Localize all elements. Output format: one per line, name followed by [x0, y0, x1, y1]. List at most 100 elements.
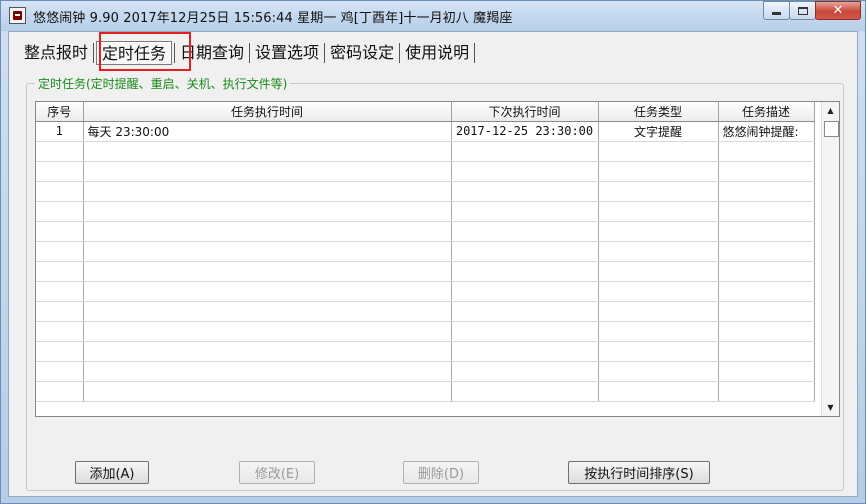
column-header-exec-time[interactable]: 任务执行时间 — [83, 102, 452, 122]
table-cell — [598, 181, 719, 202]
close-icon: ✕ — [832, 3, 844, 18]
table-cell — [36, 261, 84, 282]
cell-exec-time: 每天 23:30:00 — [83, 121, 452, 142]
table-row[interactable] — [36, 261, 815, 282]
table-row[interactable] — [36, 301, 815, 322]
table-row[interactable] — [36, 321, 815, 342]
table-cell — [718, 261, 815, 282]
tab-divider — [174, 43, 176, 63]
vertical-scrollbar[interactable]: ▲ ▼ — [821, 102, 839, 416]
table-cell — [83, 301, 452, 322]
table-row[interactable] — [36, 381, 815, 402]
title-bar[interactable]: 悠悠闹钟 9.90 2017年12月25日 15:56:44 星期一 鸡[丁酉年… — [1, 1, 865, 31]
client-area: 整点报时 定时任务 日期查询 设置选项 密码设定 使用说明 定时任务(定时提醒、… — [8, 31, 858, 497]
row-checkbox[interactable] — [824, 121, 839, 137]
table-cell — [598, 281, 719, 302]
task-grid: 序号 任务执行时间 下次执行时间 任务类型 任务描述 1 每天 23:30:00… — [36, 102, 815, 402]
table-cell — [598, 201, 719, 222]
column-header-description[interactable]: 任务描述 — [718, 102, 815, 122]
table-cell — [83, 281, 452, 302]
add-button[interactable]: 添加(A) — [75, 461, 149, 484]
scroll-down-icon[interactable]: ▼ — [822, 399, 839, 416]
delete-button[interactable]: 删除(D) — [403, 461, 479, 484]
window-title: 悠悠闹钟 9.90 2017年12月25日 15:56:44 星期一 鸡[丁酉年… — [33, 11, 513, 26]
close-button[interactable]: ✕ — [815, 1, 861, 20]
table-cell — [83, 361, 452, 382]
table-cell — [36, 341, 84, 362]
table-cell — [451, 221, 599, 242]
table-cell — [451, 341, 599, 362]
table-cell — [83, 161, 452, 182]
sort-by-time-button[interactable]: 按执行时间排序(S) — [568, 461, 710, 484]
table-cell — [36, 221, 84, 242]
table-cell — [83, 261, 452, 282]
table-row[interactable] — [36, 241, 815, 262]
table-cell — [36, 301, 84, 322]
tab-password[interactable]: 密码设定 — [327, 41, 397, 65]
table-row[interactable] — [36, 221, 815, 242]
table-cell — [451, 281, 599, 302]
table-row[interactable] — [36, 181, 815, 202]
table-row[interactable] — [36, 161, 815, 182]
table-cell — [598, 161, 719, 182]
table-cell — [83, 381, 452, 402]
edit-button[interactable]: 修改(E) — [239, 461, 315, 484]
table-cell — [83, 201, 452, 222]
table-cell — [451, 361, 599, 382]
minimize-icon — [772, 12, 781, 15]
tab-hourly-chime[interactable]: 整点报时 — [21, 41, 91, 65]
tab-divider — [249, 43, 251, 63]
table-cell — [718, 201, 815, 222]
table-row[interactable]: 1 每天 23:30:00 2017-12-25 23:30:00 文字提醒 悠… — [36, 121, 815, 142]
table-row[interactable] — [36, 361, 815, 382]
table-row[interactable] — [36, 141, 815, 162]
table-cell — [83, 321, 452, 342]
tab-scheduled-tasks[interactable]: 定时任务 — [96, 41, 173, 65]
table-cell — [451, 241, 599, 262]
table-cell — [718, 141, 815, 162]
maximize-button[interactable] — [789, 1, 816, 20]
table-cell — [451, 321, 599, 342]
table-cell — [718, 341, 815, 362]
table-cell — [451, 141, 599, 162]
table-cell — [83, 141, 452, 162]
table-row[interactable] — [36, 281, 815, 302]
tab-settings[interactable]: 设置选项 — [252, 41, 322, 65]
table-cell — [36, 361, 84, 382]
table-cell — [451, 301, 599, 322]
table-cell — [451, 181, 599, 202]
table-cell — [718, 281, 815, 302]
app-icon — [9, 7, 26, 24]
window-controls: ✕ — [763, 1, 861, 21]
table-cell — [36, 141, 84, 162]
table-cell — [598, 141, 719, 162]
cell-index: 1 — [36, 121, 84, 142]
table-cell — [36, 161, 84, 182]
table-cell — [83, 181, 452, 202]
table-cell — [718, 241, 815, 262]
table-cell — [718, 361, 815, 382]
scroll-up-icon[interactable]: ▲ — [822, 102, 839, 119]
column-header-next-time[interactable]: 下次执行时间 — [451, 102, 599, 122]
column-header-type[interactable]: 任务类型 — [598, 102, 719, 122]
table-cell — [83, 241, 452, 262]
table-header-row: 序号 任务执行时间 下次执行时间 任务类型 任务描述 — [36, 102, 815, 122]
minimize-button[interactable] — [763, 1, 790, 20]
table-cell — [598, 301, 719, 322]
table-cell — [598, 341, 719, 362]
column-header-index[interactable]: 序号 — [36, 102, 84, 122]
table-cell — [36, 201, 84, 222]
table-cell — [451, 161, 599, 182]
table-cell — [36, 241, 84, 262]
task-table[interactable]: 序号 任务执行时间 下次执行时间 任务类型 任务描述 1 每天 23:30:00… — [35, 101, 840, 417]
scheduled-tasks-group: 定时任务(定时提醒、重启、关机、执行文件等) 序号 任务执行时间 下次执行时间 … — [26, 75, 844, 491]
table-cell — [83, 221, 452, 242]
table-cell — [598, 221, 719, 242]
table-row[interactable] — [36, 201, 815, 222]
tab-divider — [324, 43, 326, 63]
table-row[interactable] — [36, 341, 815, 362]
group-legend: 定时任务(定时提醒、重启、关机、执行文件等) — [35, 75, 291, 92]
tab-help[interactable]: 使用说明 — [402, 41, 472, 65]
tab-date-query[interactable]: 日期查询 — [177, 41, 247, 65]
tab-divider — [474, 43, 476, 63]
